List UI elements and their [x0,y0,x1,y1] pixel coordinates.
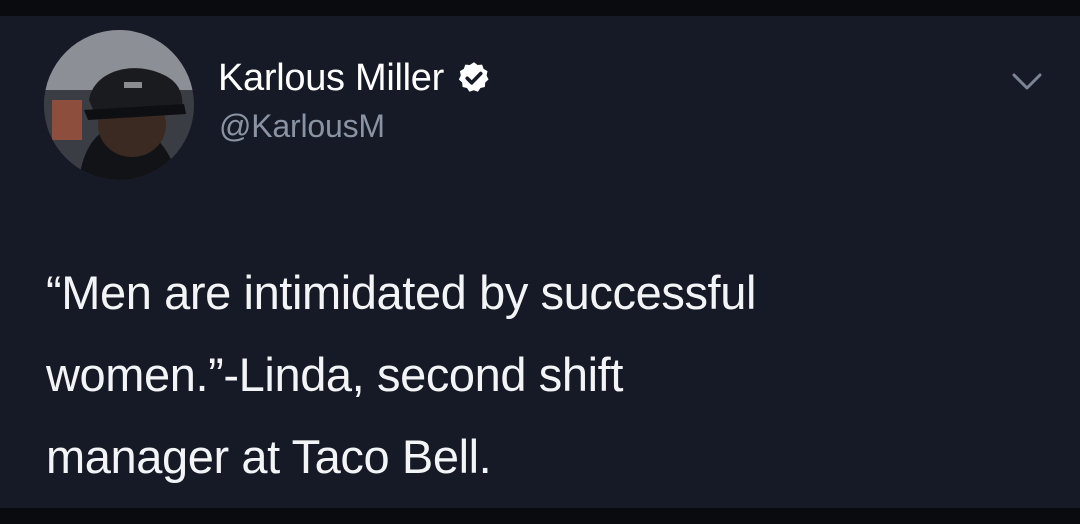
author-row: Karlous Miller [218,56,492,100]
chevron-down-icon[interactable] [1010,70,1044,94]
author-name[interactable]: Karlous Miller [218,57,444,100]
verified-badge-icon [456,60,492,96]
tweet-card: Karlous Miller @KarlousM “Men are intimi… [0,16,1080,508]
tweet-text: “Men are intimidated by successful women… [46,266,756,483]
avatar[interactable] [44,30,194,180]
avatar-photo [44,30,194,180]
author-handle[interactable]: @KarlousM [219,108,385,145]
